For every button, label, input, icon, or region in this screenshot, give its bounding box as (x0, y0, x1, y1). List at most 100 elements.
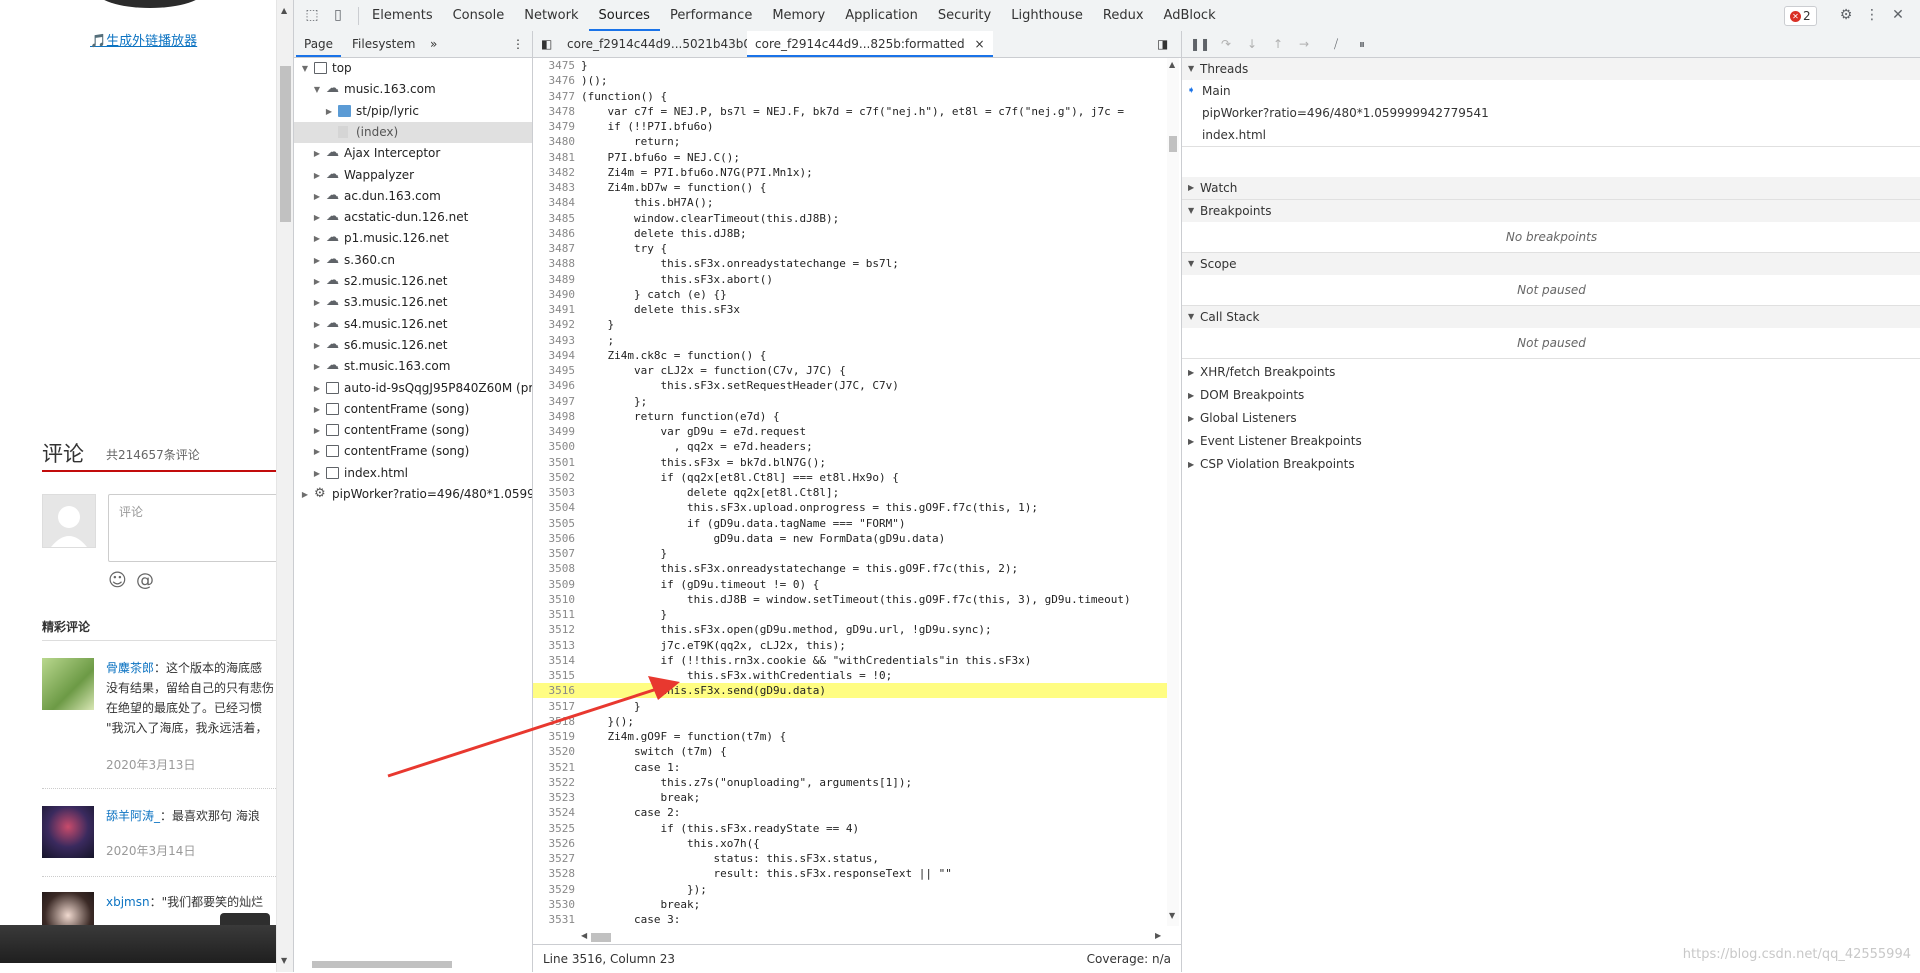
tree-item[interactable]: ▶ contentFrame (song) (294, 441, 532, 462)
code-line[interactable]: 3511 } (533, 607, 1171, 622)
code-line[interactable]: 3527 status: this.sF3x.status, (533, 851, 1171, 866)
line-number[interactable]: 3526 (533, 836, 576, 851)
tree-item[interactable]: ▼ ☁ music.163.com (294, 79, 532, 100)
avatar[interactable] (42, 806, 94, 858)
watch-header[interactable]: ▶ Watch (1182, 177, 1920, 199)
code-line[interactable]: 3498 return function(e7d) { (533, 409, 1171, 424)
scrollbar-thumb[interactable] (1169, 136, 1177, 152)
code-line[interactable]: 3490 } catch (e) {} (533, 287, 1171, 302)
inspect-element-icon[interactable]: ⬚ (304, 7, 320, 23)
code-line[interactable]: 3500 , qq2x = e7d.headers; (533, 439, 1171, 454)
line-number[interactable]: 3487 (533, 241, 576, 256)
tree-item[interactable]: ▶ ☁ ac.dun.163.com (294, 186, 532, 207)
tree-item[interactable]: ▶ ☁ s.360.cn (294, 250, 532, 271)
code-line[interactable]: 3509 if (gD9u.timeout != 0) { (533, 577, 1171, 592)
line-number[interactable]: 3507 (533, 546, 576, 561)
code-line[interactable]: 3508 this.sF3x.onreadystatechange = this… (533, 561, 1171, 576)
tab-memory[interactable]: Memory (762, 0, 835, 31)
tree-item[interactable]: ▼ top (294, 58, 532, 79)
tree-item[interactable]: ▶ ☁ s3.music.126.net (294, 292, 532, 313)
tab-lighthouse[interactable]: Lighthouse (1001, 0, 1093, 31)
tree-item[interactable]: ▶ ☁ s4.music.126.net (294, 314, 532, 335)
threads-header[interactable]: ▼ Threads (1182, 58, 1920, 80)
line-number[interactable]: 3524 (533, 805, 576, 820)
tab-network[interactable]: Network (514, 0, 588, 31)
scroll-down-icon[interactable]: ▼ (1169, 911, 1175, 920)
chevron-right-icon[interactable]: ▶ (312, 399, 322, 420)
line-number[interactable]: 3530 (533, 897, 576, 912)
tree-item[interactable]: ▶ contentFrame (song) (294, 420, 532, 441)
code-view[interactable]: 3475} 3476)(); 3477 (function() {3478 var c… (533, 58, 1181, 926)
line-number[interactable]: 3482 (533, 165, 576, 180)
line-number[interactable]: 3522 (533, 775, 576, 790)
code-line[interactable]: 3486 delete this.dJ8B; (533, 226, 1171, 241)
chevron-right-icon[interactable]: ▶ (312, 356, 322, 377)
line-number[interactable]: 3503 (533, 485, 576, 500)
line-number[interactable]: 3513 (533, 638, 576, 653)
line-number[interactable]: 3494 (533, 348, 576, 363)
line-number[interactable]: 3475 (533, 58, 576, 73)
line-number[interactable]: 3531 (533, 912, 576, 926)
code-line[interactable]: 3482 Zi4m = P7I.bfu6o.N7G(P7I.Mn1x); (533, 165, 1171, 180)
code-line[interactable]: 3485 window.clearTimeout(this.dJ8B); (533, 211, 1171, 226)
line-number[interactable]: 3528 (533, 866, 576, 881)
chevron-right-icon[interactable]: ▶ (300, 484, 310, 505)
chevron-right-icon[interactable]: ▶ (312, 292, 322, 313)
code-line[interactable]: 3476)(); (533, 73, 1171, 88)
line-number[interactable]: 3501 (533, 455, 576, 470)
thread-item[interactable]: ➧ Main (1182, 80, 1920, 102)
scroll-up-icon[interactable]: ▲ (281, 6, 287, 15)
code-line[interactable]: 3515 this.sF3x.withCredentials = !0; (533, 668, 1171, 683)
tree-item[interactable]: ▶ ☁ Ajax Interceptor (294, 143, 532, 164)
code-line[interactable]: 3501 this.sF3x = bk7d.blN7G(); (533, 455, 1171, 470)
section-event-listener-breakpoints[interactable]: ▶ Event Listener Breakpoints (1182, 430, 1920, 453)
toggle-debugger-icon[interactable]: ◨ (1157, 31, 1168, 57)
section-xhr-breakpoints[interactable]: ▶ XHR/fetch Breakpoints (1182, 361, 1920, 384)
comment-user[interactable]: xbjmsn (106, 895, 150, 909)
error-count-badge[interactable]: ✕ 2 (1784, 6, 1817, 26)
comment-user[interactable]: 舔羊阿涛_ (106, 809, 160, 823)
line-number[interactable]: 3509 (533, 577, 576, 592)
code-line[interactable]: 3523 break; (533, 790, 1171, 805)
code-line[interactable]: 3524 case 2: (533, 805, 1171, 820)
tab-filesystem[interactable]: Filesystem (344, 31, 423, 57)
line-number[interactable]: 3497 (533, 394, 576, 409)
line-number[interactable]: 3486 (533, 226, 576, 241)
code-line[interactable]: 3492 } (533, 317, 1171, 332)
at-mention-icon[interactable]: @ (136, 570, 154, 591)
breakpoints-header[interactable]: ▼ Breakpoints (1182, 200, 1920, 222)
code-line[interactable]: 3512 this.sF3x.open(gD9u.method, gD9u.ur… (533, 622, 1171, 637)
line-number[interactable]: 3525 (533, 821, 576, 836)
code-line[interactable]: 3493 ; (533, 333, 1171, 348)
device-toolbar-icon[interactable]: ▯ (330, 7, 346, 23)
line-number[interactable]: 3519 (533, 729, 576, 744)
generate-player-link[interactable]: 🎵生成外链播放器 (90, 30, 197, 49)
tab-redux[interactable]: Redux (1093, 0, 1154, 31)
code-line[interactable]: 3529 }); (533, 882, 1171, 897)
section-dom-breakpoints[interactable]: ▶ DOM Breakpoints (1182, 384, 1920, 407)
line-number[interactable]: 3496 (533, 378, 576, 393)
more-options-icon[interactable]: ⋮ (1864, 7, 1880, 23)
tree-item[interactable]: ▶ contentFrame (song) (294, 399, 532, 420)
chevron-right-icon[interactable]: ▶ (312, 186, 322, 207)
line-number[interactable]: 3515 (533, 668, 576, 683)
line-number[interactable]: 3520 (533, 744, 576, 759)
close-tab-icon[interactable]: × (974, 37, 984, 51)
section-global-listeners[interactable]: ▶ Global Listeners (1182, 407, 1920, 430)
code-line[interactable]: 3514 if (!!this.rn3x.cookie && "withCred… (533, 653, 1171, 668)
line-number[interactable]: 3479 (533, 119, 576, 134)
code-line[interactable]: 3477 (function() { (533, 89, 1171, 104)
tree-item[interactable]: ▶ st/pip/lyric (294, 101, 532, 122)
code-line[interactable]: 3494 Zi4m.ck8c = function() { (533, 348, 1171, 363)
chevron-down-icon[interactable]: ▼ (312, 79, 322, 100)
chevron-right-icon[interactable]: ▶ (312, 441, 322, 462)
chevron-right-icon[interactable]: ▶ (312, 207, 322, 228)
chevron-right-icon[interactable]: ▶ (312, 335, 322, 356)
tab-sources[interactable]: Sources (588, 0, 660, 31)
code-line[interactable]: 3499 var gD9u = e7d.request (533, 424, 1171, 439)
tree-item[interactable]: ▶ ☁ p1.music.126.net (294, 228, 532, 249)
line-number[interactable]: 3514 (533, 653, 576, 668)
thread-item[interactable]: pipWorker?ratio=496/480*1.05999994277954… (1182, 102, 1920, 124)
code-line[interactable]: 3531 case 3: (533, 912, 1171, 926)
tree-item[interactable]: ▶ ☁ s2.music.126.net (294, 271, 532, 292)
